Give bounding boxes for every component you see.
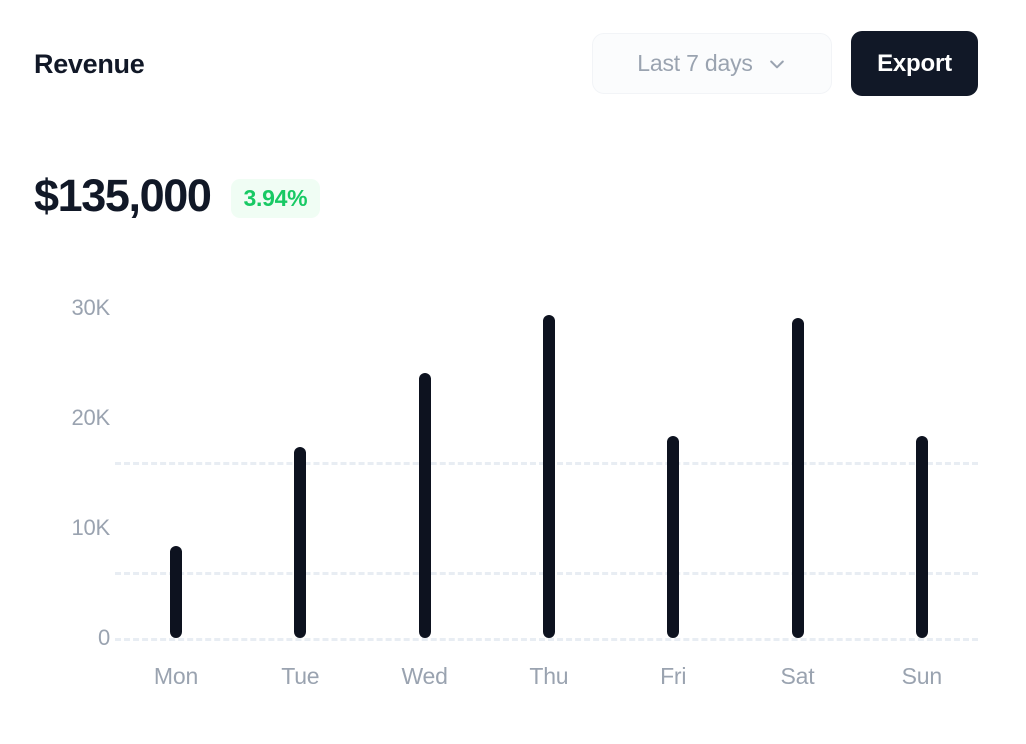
x-axis-tick-label: Wed [401, 663, 448, 689]
bar-thu[interactable] [542, 314, 555, 638]
bar-mon[interactable] [170, 545, 182, 638]
card-header: Revenue Last 7 days Export [0, 0, 1026, 120]
bar-wed[interactable] [418, 372, 431, 638]
date-range-select[interactable]: Last 7 days [592, 33, 832, 94]
revenue-bar-chart: 30K 20K 10K 0 Mon Tue Wed Thu Fri Sat Sun [0, 255, 1026, 705]
summary-row: $135,000 3.94% [34, 170, 321, 222]
x-axis-tick-label: Tue [281, 663, 320, 689]
x-axis-tick-label: Mon [153, 663, 199, 689]
chart-bars [0, 255, 1026, 655]
bar-fri[interactable] [667, 435, 680, 638]
revenue-delta-badge: 3.94% [230, 178, 321, 218]
x-axis-tick-label: Fri [660, 663, 687, 689]
chevron-down-icon [767, 54, 787, 74]
x-axis-tick-label: Sat [780, 663, 815, 689]
revenue-total-value: $135,000 [34, 170, 212, 221]
export-button[interactable]: Export [851, 31, 978, 96]
chart-plot-area: 30K 20K 10K 0 [0, 255, 1026, 655]
bar-tue[interactable] [294, 446, 307, 638]
x-axis-tick-label: Thu [529, 663, 569, 689]
date-range-value: Last 7 days [637, 50, 753, 76]
page-title: Revenue [34, 49, 145, 79]
revenue-card: Revenue Last 7 days Export $135,000 3.94… [0, 0, 1026, 744]
bar-sat[interactable] [791, 317, 804, 638]
bar-sun[interactable] [915, 435, 928, 638]
x-axis: Mon Tue Wed Thu Fri Sat Sun [0, 655, 1026, 705]
x-axis-tick-label: Sun [901, 663, 943, 689]
